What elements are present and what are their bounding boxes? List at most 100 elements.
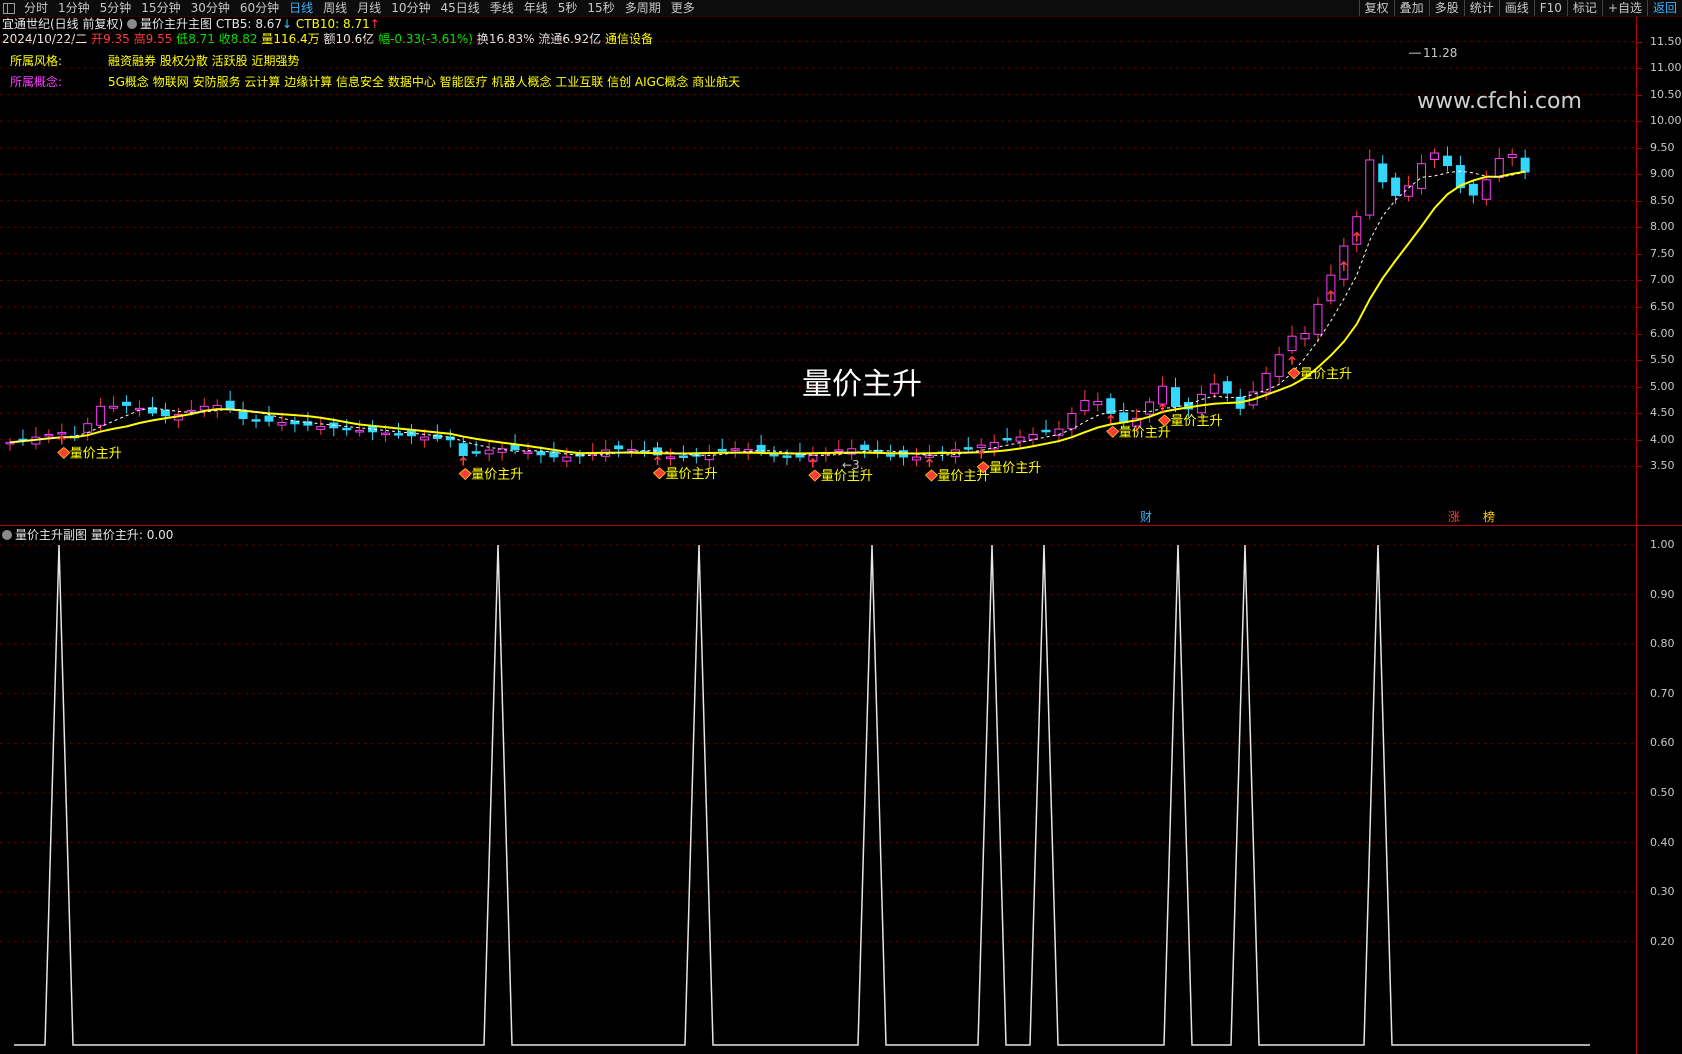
period-tab-9[interactable]: 10分钟 (386, 0, 435, 16)
candle-body (394, 433, 403, 436)
price-tick: 10.00 (1650, 114, 1682, 128)
price-tick: 8.50 (1650, 193, 1675, 207)
candle-body (562, 456, 572, 462)
sub-chart-title[interactable]: 量价主升副图 (15, 528, 87, 542)
candle-body (782, 455, 792, 458)
period-tab-3[interactable]: 15分钟 (136, 0, 185, 16)
main-kline-pane[interactable]: 量价主升 量价主升 量价主升 量价主升 量价主升 量价主升 量价主升 量价主升 量价主升 11.2… (0, 17, 1636, 526)
candle-body (251, 419, 261, 422)
period-tab-16[interactable]: 更多 (666, 0, 700, 16)
candle-body (186, 409, 196, 413)
price-tick-mark (1636, 41, 1642, 43)
toolbar-button-3[interactable]: 统计 (1463, 0, 1499, 16)
price-tick: 6.00 (1650, 326, 1675, 340)
candle-body (1145, 401, 1155, 415)
candle-body (912, 456, 921, 461)
candle-body (1417, 163, 1427, 189)
candle-body (614, 445, 624, 450)
candle-body (1507, 153, 1517, 158)
price-tick: 6.50 (1650, 300, 1675, 313)
candle-body (57, 432, 67, 435)
signal-diamond-icon (1106, 425, 1120, 438)
sub-tick: 0.60 (1650, 736, 1675, 750)
candle-body (886, 454, 896, 457)
price-tick: 3.50 (1650, 459, 1675, 473)
candle-body (717, 448, 727, 452)
event-badge: 榜 (1483, 509, 1495, 524)
price-tick-mark (1636, 466, 1642, 468)
candle-body (963, 447, 973, 450)
event-badge: 财 (1140, 510, 1152, 524)
sub-chart-header: 量价主升副图 量价主升: 0.00 (2, 528, 173, 542)
toolbar-button-8[interactable]: 返回 (1646, 0, 1682, 16)
sub-indicator-menu-icon[interactable] (2, 530, 12, 540)
buy-arrow-icon (653, 455, 662, 465)
candle-body (1481, 179, 1491, 200)
period-tab-14[interactable]: 15秒 (582, 0, 619, 16)
signal-diamond-icon (1287, 367, 1301, 380)
signal-diamond-icon (57, 446, 71, 460)
period-tab-10[interactable]: 45日线 (435, 0, 484, 16)
period-tab-4[interactable]: 30分钟 (186, 0, 235, 16)
price-tick-mark (1636, 386, 1642, 388)
candle-body (381, 432, 391, 436)
toolbar-button-1[interactable]: 叠加 (1393, 0, 1429, 16)
candle-body (1015, 436, 1025, 442)
buy-arrow-icon (1107, 414, 1115, 424)
candle-body (1365, 159, 1375, 216)
period-tab-0[interactable]: 分时 (19, 0, 53, 16)
price-tick: 9.50 (1650, 140, 1675, 154)
price-tick-mark (1636, 121, 1642, 123)
candle-body (1391, 177, 1401, 196)
price-tick: 10.50 (1650, 87, 1682, 101)
candle-body (1067, 413, 1077, 430)
candle-body (199, 405, 209, 411)
candle-body (1494, 157, 1504, 178)
candle-body (1313, 303, 1323, 335)
period-tab-12[interactable]: 年线 (519, 0, 553, 16)
signal-label: 量价主升 (1119, 425, 1171, 440)
candle-body (1158, 385, 1168, 405)
candle-body (1274, 354, 1284, 377)
event-badge: 涨 (1448, 509, 1460, 524)
candle-body (160, 409, 170, 417)
buy-arrow-icon (1288, 355, 1296, 365)
sub-indicator-pane[interactable] (0, 527, 1636, 1050)
right-toolbar: 复权 叠加 多股 统计 画线 F10 标记 +自选 返回 (1358, 0, 1682, 16)
watermark: www.cfchi.com (1417, 89, 1582, 114)
sub-tick: 0.30 (1650, 885, 1675, 899)
price-tick-mark (1636, 174, 1642, 176)
buy-arrow-icon (977, 449, 985, 459)
period-tab-11[interactable]: 季线 (485, 0, 519, 16)
price-tick-mark (1636, 94, 1642, 96)
price-tick: 9.00 (1650, 167, 1675, 181)
signal-diamond-icon (458, 468, 472, 481)
signal-label: 量价主升 (989, 461, 1041, 476)
toolbar-button-7[interactable]: +自选 (1601, 0, 1647, 16)
candle-body (109, 405, 119, 409)
candle-body (277, 421, 287, 426)
period-tab-2[interactable]: 5分钟 (95, 0, 137, 16)
candle-body (860, 444, 870, 451)
period-tab-15[interactable]: 多周期 (620, 0, 666, 16)
period-tab-1[interactable]: 1分钟 (53, 0, 95, 16)
sub-tick: 0.70 (1650, 686, 1675, 700)
toolbar-button-5[interactable]: F10 (1533, 0, 1567, 16)
period-tab-6[interactable]: 日线 (284, 0, 318, 16)
min-price-label: ←3. (842, 458, 864, 472)
toolbar-button-0[interactable]: 复权 (1358, 0, 1394, 16)
signal-label: 量价主升 (471, 468, 523, 483)
toolbar-button-2[interactable]: 多股 (1428, 0, 1464, 16)
candle-body (730, 448, 740, 451)
period-tab-8[interactable]: 月线 (352, 0, 386, 16)
toolbar-button-6[interactable]: 标记 (1566, 0, 1602, 16)
panel-toggle-icon[interactable] (3, 2, 15, 14)
period-tab-5[interactable]: 60分钟 (235, 0, 284, 16)
candle-body (135, 407, 144, 411)
period-tab-7[interactable]: 周线 (318, 0, 352, 16)
price-tick: 5.50 (1650, 353, 1675, 367)
candle-body (1196, 393, 1206, 414)
toolbar-button-4[interactable]: 画线 (1498, 0, 1534, 16)
candle-body (484, 449, 494, 455)
period-tab-13[interactable]: 5秒 (553, 0, 583, 16)
